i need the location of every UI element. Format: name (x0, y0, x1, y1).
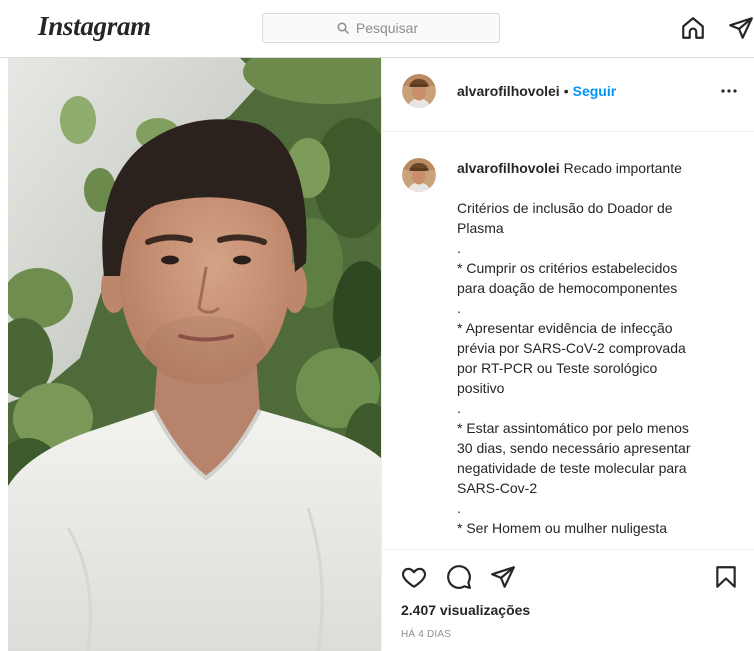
caption-line: * Apresentar evidência de infecção (457, 320, 673, 336)
caption-line: positivo (457, 380, 505, 396)
avatar-image (402, 158, 436, 192)
video-frame (8, 58, 381, 651)
bookmark-icon[interactable] (713, 564, 739, 590)
top-navigation-bar: Instagram (0, 0, 754, 58)
direct-icon[interactable] (728, 15, 754, 41)
caption-line: * Estar assintomático por pelo menos (457, 420, 689, 436)
follow-button[interactable]: Seguir (573, 83, 617, 99)
more-options-icon[interactable] (717, 79, 741, 103)
comment-icon[interactable] (446, 564, 472, 590)
avatar-image (402, 74, 436, 108)
heart-icon[interactable] (401, 564, 427, 590)
post-actions: 2.407 visualizações HÁ 4 DIAS (382, 549, 754, 651)
caption-line: . (457, 300, 461, 316)
caption-line: . (457, 240, 461, 256)
caption-title: Recado importante (563, 160, 682, 176)
instagram-logo[interactable]: Instagram (38, 10, 151, 42)
caption-line: . (457, 400, 461, 416)
caption-body: Critérios de inclusão do Doador de Plasm… (457, 198, 747, 538)
author-username[interactable]: alvarofilhovolei (457, 83, 560, 99)
post-details-panel: alvarofilhovolei • Seguir alvarofilhovol… (381, 58, 754, 651)
caption-area[interactable]: alvarofilhovolei Recado importante Crité… (382, 132, 754, 549)
caption-line: por RT-PCR ou Teste sorológico (457, 360, 658, 376)
caption-line: . (457, 500, 461, 516)
view-count[interactable]: 2.407 visualizações (401, 601, 530, 619)
caption-avatar[interactable] (402, 158, 436, 192)
caption-text: alvarofilhovolei Recado importante Crité… (457, 158, 747, 538)
caption-line: * Cumprir os critérios estabelecidos (457, 260, 678, 276)
caption-line: para doação de hemocomponentes (457, 280, 678, 296)
caption-line: SARS-Cov-2 (457, 480, 538, 496)
caption-heading: alvarofilhovolei Recado importante (457, 158, 747, 178)
caption-line: negatividade de teste molecular para (457, 460, 687, 476)
separator-dot: • (563, 83, 569, 99)
caption-username[interactable]: alvarofilhovolei (457, 160, 560, 176)
author-avatar[interactable] (402, 74, 436, 108)
caption-line: 30 dias, sendo necessário apresentar (457, 440, 691, 456)
post-video[interactable] (8, 58, 381, 651)
search-input[interactable] (262, 13, 500, 43)
home-icon[interactable] (680, 15, 706, 41)
caption-line: * Ser Homem ou mulher nuligesta (457, 520, 668, 536)
caption-line: Plasma (457, 220, 504, 236)
share-icon[interactable] (490, 564, 516, 590)
post-header: alvarofilhovolei • Seguir (382, 58, 754, 132)
post-timestamp[interactable]: HÁ 4 DIAS (401, 629, 451, 641)
caption-line: prévia por SARS-CoV-2 comprovada (457, 340, 686, 356)
search-box[interactable] (262, 13, 500, 43)
author-line: alvarofilhovolei • Seguir (457, 82, 616, 100)
caption-line: Critérios de inclusão do Doador de (457, 200, 673, 216)
